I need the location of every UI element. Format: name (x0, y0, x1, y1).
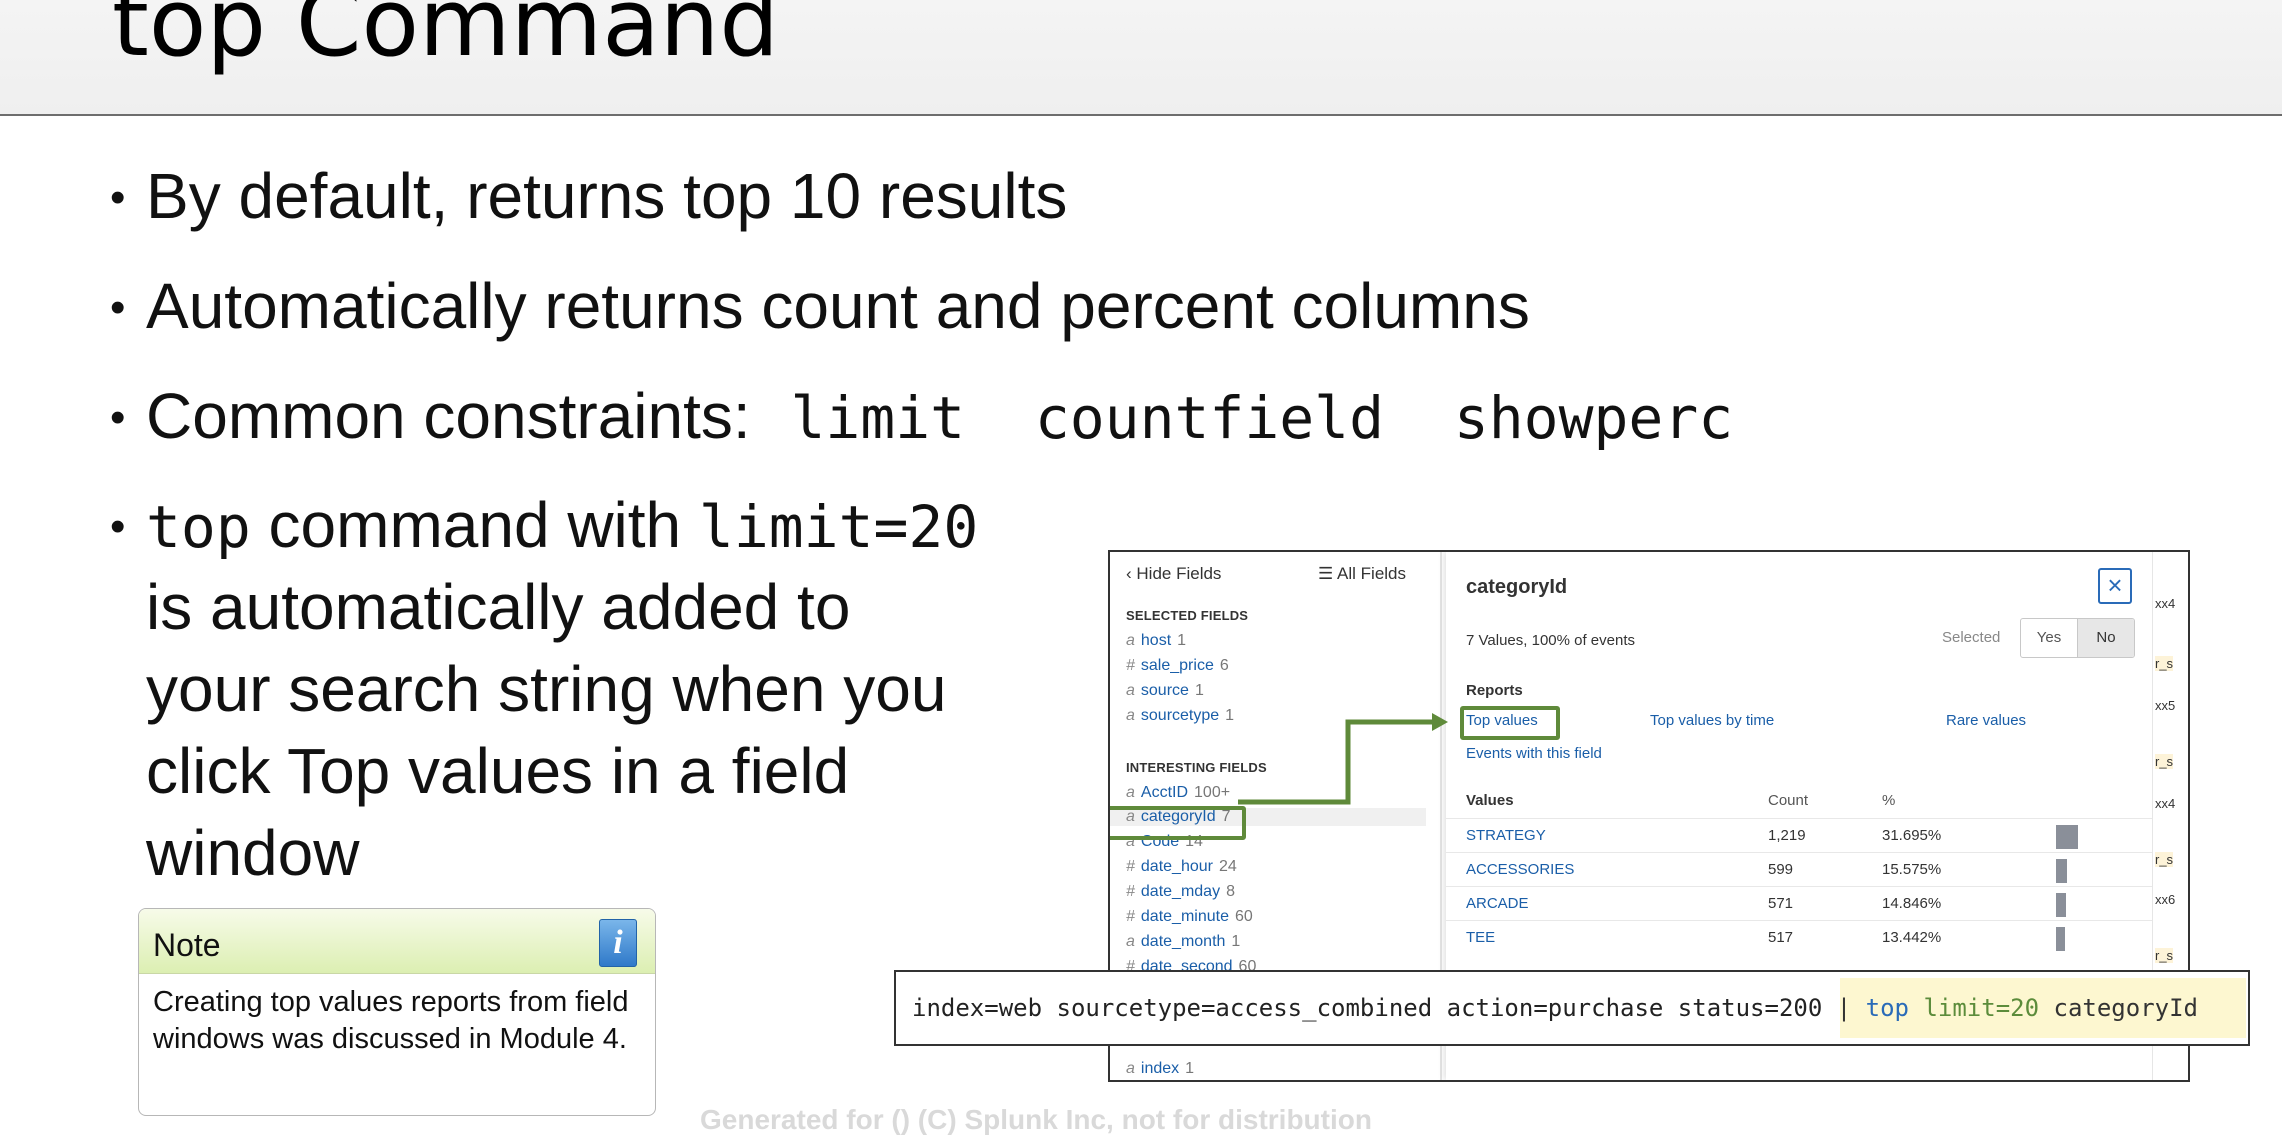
field-item-sale-price[interactable]: # sale_price 6 (1126, 657, 1229, 675)
truncated-text: r_s (2155, 656, 2174, 671)
hide-fields-label: Hide Fields (1136, 564, 1222, 583)
truncated-text: xx6 (2155, 892, 2176, 907)
truncated-text: r_s (2155, 948, 2174, 963)
field-item-index[interactable]: a index 1 (1126, 1060, 1194, 1078)
percent-bar (2056, 859, 2067, 883)
toggle-no[interactable]: No (2077, 619, 2134, 657)
count-cell: 1,219 (1768, 827, 1806, 844)
all-fields-label: All Fields (1337, 564, 1407, 583)
truncated-text: xx4 (2155, 796, 2176, 811)
command-limit: limit=20 (1909, 994, 2040, 1022)
count-cell: 517 (1768, 929, 1794, 946)
field-item-sourcetype[interactable]: a sourcetype 1 (1126, 707, 1234, 725)
field-item-date-mday[interactable]: # date_mday 8 (1126, 883, 1235, 901)
command-field: categoryId (2039, 994, 2198, 1022)
note-label: Note (153, 927, 221, 963)
reports-heading: Reports (1466, 682, 1523, 699)
field-item-acctid[interactable]: a AcctID 100+ (1126, 784, 1230, 802)
code-limit20: limit=20 (698, 493, 979, 561)
note-body: Creating top values reports from field w… (153, 986, 629, 1055)
field-item-source[interactable]: a source 1 (1126, 682, 1204, 700)
code-top: top (146, 493, 251, 561)
col-values-header: Values (1466, 792, 1514, 809)
percent-bar (2056, 927, 2065, 951)
command-base: index=web sourcetype=access_combined act… (912, 994, 1837, 1022)
col-percent-header: % (1882, 792, 1896, 809)
highlight-top-values-link (1460, 706, 1560, 740)
note-header: Note i (139, 909, 655, 974)
constraints-label: Common constraints: (146, 380, 751, 452)
percent-bar (2056, 893, 2066, 917)
top-values-by-time-link[interactable]: Top values by time (1650, 712, 1774, 729)
selected-fields-heading: SELECTED FIELDS (1126, 608, 1249, 623)
watermark: Generated for () (C) Splunk Inc, not for… (700, 1104, 1372, 1135)
truncated-text: r_s (2155, 754, 2174, 769)
bullet-line: your search string when you (146, 653, 947, 725)
bullet-text: Automatically returns count and percent … (146, 270, 1530, 342)
bullet-line: is automatically added to (146, 571, 851, 643)
table-row: ARCADE 571 14.846% (1446, 886, 2152, 921)
bullet-dot: • (110, 283, 126, 332)
close-button[interactable]: × (2098, 568, 2132, 604)
title-bar: top Command (0, 0, 2282, 116)
events-with-field-link[interactable]: Events with this field (1466, 745, 1602, 762)
value-link[interactable]: ACCESSORIES (1466, 861, 1574, 878)
percent-cell: 13.442% (1882, 929, 1942, 946)
value-link[interactable]: ARCADE (1466, 895, 1529, 912)
toggle-yes[interactable]: Yes (2021, 619, 2077, 657)
field-item-date-month[interactable]: a date_month 1 (1126, 933, 1240, 951)
bullet-text: top command with limit=20 is automatical… (146, 484, 978, 894)
bullet-dot: • (110, 173, 126, 222)
table-row: TEE 517 13.442% (1446, 920, 2152, 955)
percent-cell: 14.846% (1882, 895, 1942, 912)
selected-label: Selected (1942, 629, 2001, 646)
popup-title: categoryId (1466, 576, 1568, 598)
code-countfield: countfield (1034, 384, 1385, 452)
field-item-date-hour[interactable]: # date_hour 24 (1126, 858, 1237, 876)
count-cell: 571 (1768, 895, 1794, 912)
values-summary: 7 Values, 100% of events (1466, 632, 1635, 649)
hide-fields-link[interactable]: ‹ Hide Fields (1126, 564, 1221, 584)
rare-values-link[interactable]: Rare values (1946, 712, 2026, 729)
table-row: ACCESSORIES 599 15.575% (1446, 852, 2152, 887)
count-cell: 599 (1768, 861, 1794, 878)
truncated-text: r_s (2155, 852, 2174, 867)
value-link[interactable]: STRATEGY (1466, 827, 1546, 844)
bullet-line: window (146, 817, 360, 889)
table-row: STRATEGY 1,219 31.695% (1446, 818, 2152, 853)
bullet-dot: • (110, 393, 126, 442)
code-showperc: showperc (1453, 384, 1734, 452)
all-fields-link[interactable]: ☰ All Fields (1318, 564, 1406, 584)
bullet-line: click Top values in a field (146, 735, 850, 807)
command-pipe: | (1836, 994, 1852, 1022)
truncated-text: xx4 (2155, 596, 2176, 611)
slide-title: top Command (112, 0, 780, 78)
interesting-fields-heading: INTERESTING FIELDS (1126, 760, 1267, 775)
bullet-dot: • (110, 502, 126, 551)
truncated-text: xx5 (2155, 698, 2176, 713)
highlight-categoryid-field (1110, 806, 1246, 840)
info-icon: i (599, 919, 637, 967)
search-command-bar: index=web sourcetype=access_combined act… (894, 970, 2250, 1046)
percent-cell: 15.575% (1882, 861, 1942, 878)
code-limit: limit (790, 384, 966, 452)
command-top: top (1851, 994, 1909, 1022)
text-command-with: command with (250, 489, 699, 561)
field-item-date-minute[interactable]: # date_minute 60 (1126, 908, 1253, 926)
search-command-text: index=web sourcetype=access_combined act… (912, 994, 2198, 1022)
bullet-text: Common constraints: limit countfield sho… (146, 375, 1733, 459)
bullet-text: By default, returns top 10 results (146, 160, 1068, 232)
field-item-host[interactable]: a host 1 (1126, 632, 1186, 650)
col-count-header: Count (1768, 792, 1809, 809)
list-icon: ☰ (1318, 564, 1334, 583)
value-link[interactable]: TEE (1466, 929, 1495, 946)
selected-toggle[interactable]: Yes No (2020, 618, 2135, 658)
note-box: Note i Creating top values reports from … (138, 908, 656, 1116)
percent-cell: 31.695% (1882, 827, 1942, 844)
percent-bar (2056, 825, 2078, 849)
